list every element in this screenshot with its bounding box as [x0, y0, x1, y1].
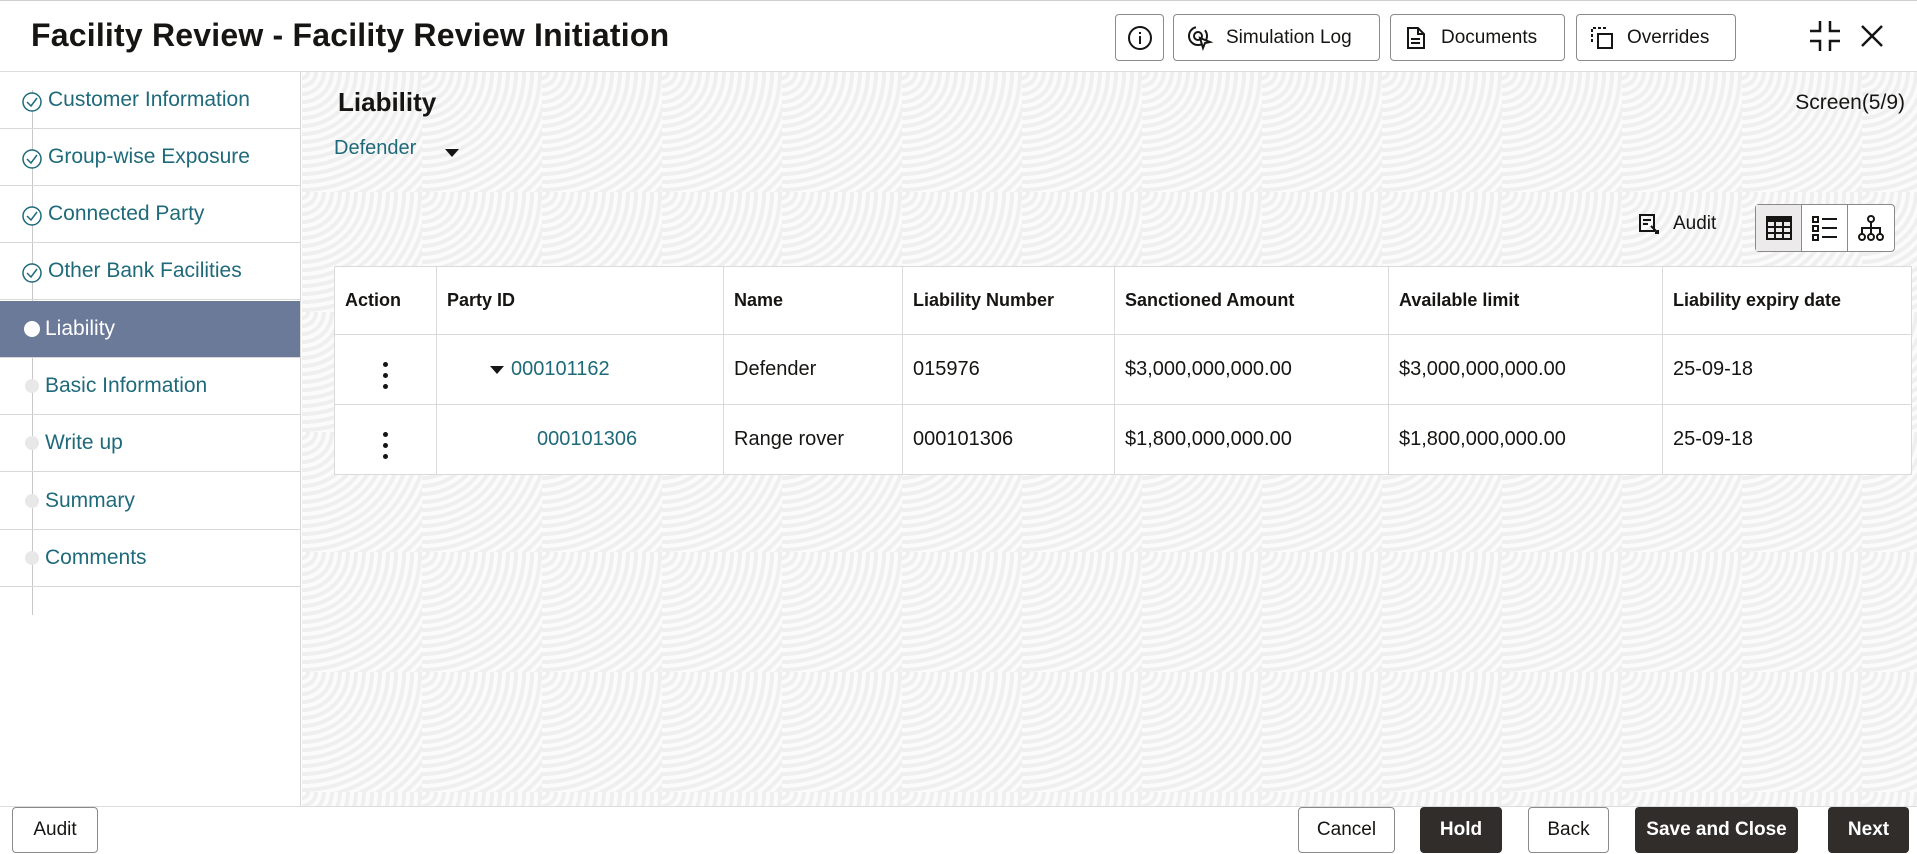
documents-button[interactable]: Documents — [1390, 14, 1565, 61]
name-cell: Range rover — [723, 404, 903, 475]
sidebar-item-label: Other Bank Facilities — [48, 259, 242, 282]
sidebar-item-connected-party[interactable]: Connected Party — [0, 186, 300, 243]
back-button[interactable]: Back — [1528, 807, 1609, 853]
caret-down-icon[interactable] — [489, 365, 505, 375]
pending-step-icon — [25, 551, 39, 565]
audit-icon — [1639, 214, 1659, 234]
sanctioned-amount-cell: $1,800,000,000.00 — [1114, 404, 1389, 475]
close-icon[interactable] — [1858, 22, 1886, 50]
liability-number-cell: 015976 — [902, 334, 1115, 405]
party-id-cell: 000101306 — [436, 404, 724, 475]
cancel-button[interactable]: Cancel — [1298, 807, 1395, 853]
column-header: Action — [334, 266, 437, 335]
sidebar-item-label: Summary — [45, 489, 135, 512]
overrides-icon — [1591, 26, 1613, 49]
name-cell: Defender — [723, 334, 903, 405]
save-and-close-button[interactable]: Save and Close — [1635, 807, 1798, 853]
section-title: Liability — [338, 87, 437, 117]
hierarchy-icon — [1858, 215, 1884, 241]
audit-button[interactable]: Audit — [12, 807, 98, 853]
hierarchy-view-button[interactable] — [1848, 205, 1894, 251]
table-view-icon — [1765, 216, 1792, 240]
sidebar-item-label: Connected Party — [48, 202, 205, 225]
liability-number-cell: 000101306 — [902, 404, 1115, 475]
page-footer: Audit Cancel Hold Back Save and Close Ne… — [0, 806, 1917, 854]
overrides-button[interactable]: Overrides — [1576, 14, 1736, 61]
page-header: Facility Review - Facility Review Initia… — [0, 0, 1917, 72]
kebab-menu-icon[interactable] — [383, 432, 388, 459]
overrides-label: Overrides — [1627, 26, 1710, 48]
action-cell — [334, 334, 437, 405]
column-header: Party ID — [436, 266, 724, 335]
column-header: Sanctioned Amount — [1114, 266, 1389, 335]
documents-icon — [1407, 26, 1425, 49]
table-row: 000101162 Defender 015976 $3,000,000,000… — [334, 334, 1912, 405]
table-header-row: Action Party ID Name Liability Number Sa… — [334, 266, 1912, 335]
available-limit-cell: $1,800,000,000.00 — [1388, 404, 1663, 475]
party-dropdown[interactable]: Defender — [334, 137, 460, 160]
column-header: Liability expiry date — [1662, 266, 1912, 335]
action-cell — [334, 404, 437, 475]
simulation-log-label: Simulation Log — [1226, 26, 1352, 48]
table-row: 000101306 Range rover 000101306 $1,800,0… — [334, 404, 1912, 475]
sidebar-item-write-up[interactable]: Write up — [0, 415, 300, 472]
pending-step-icon — [25, 436, 39, 450]
party-id-link[interactable]: 000101162 — [511, 358, 610, 380]
sidebar-item-summary[interactable]: Summary — [0, 473, 300, 530]
sidebar-item-comments[interactable]: Comments — [0, 530, 300, 587]
caret-down-icon — [445, 148, 460, 157]
sidebar-item-label: Liability — [45, 317, 116, 340]
info-button[interactable] — [1115, 14, 1164, 61]
next-button[interactable]: Next — [1828, 807, 1909, 853]
sidebar: Customer Information Group-wise Exposure… — [0, 72, 301, 806]
view-toggle — [1755, 204, 1895, 252]
list-view-icon — [1811, 216, 1837, 241]
main-content: Liability Screen(5/9) Defender Audit Act… — [302, 72, 1917, 806]
sidebar-item-other-bank-facilities[interactable]: Other Bank Facilities — [0, 243, 300, 300]
party-dropdown-value: Defender — [334, 137, 417, 159]
hold-button[interactable]: Hold — [1420, 807, 1502, 853]
audit-link[interactable]: Audit — [1637, 212, 1716, 236]
expiry-date-cell: 25-09-18 — [1662, 334, 1912, 405]
sidebar-item-label: Write up — [45, 431, 123, 454]
available-limit-cell: $3,000,000,000.00 — [1388, 334, 1663, 405]
sidebar-item-liability[interactable]: Liability — [0, 301, 300, 358]
party-id-link[interactable]: 000101306 — [537, 428, 637, 450]
active-step-icon — [24, 321, 40, 337]
column-header: Available limit — [1388, 266, 1663, 335]
check-circle-icon — [22, 149, 42, 169]
pending-step-icon — [25, 379, 39, 393]
documents-label: Documents — [1441, 26, 1538, 48]
check-circle-icon — [22, 206, 42, 226]
liability-table: Action Party ID Name Liability Number Sa… — [334, 266, 1912, 475]
simulation-log-icon — [1188, 25, 1214, 51]
simulation-log-button[interactable]: Simulation Log — [1173, 14, 1380, 61]
party-id-cell: 000101162 — [436, 334, 724, 405]
pending-step-icon — [25, 494, 39, 508]
screen-counter: Screen(5/9) — [1795, 91, 1905, 114]
sidebar-item-customer-information[interactable]: Customer Information — [0, 72, 300, 129]
info-icon — [1127, 25, 1152, 50]
column-header: Name — [723, 266, 903, 335]
check-circle-icon — [22, 263, 42, 283]
collapse-icon[interactable] — [1808, 19, 1842, 53]
audit-label: Audit — [1673, 213, 1717, 234]
sanctioned-amount-cell: $3,000,000,000.00 — [1114, 334, 1389, 405]
page-title: Facility Review - Facility Review Initia… — [31, 17, 670, 53]
sidebar-item-basic-information[interactable]: Basic Information — [0, 358, 300, 415]
check-circle-icon — [22, 92, 42, 112]
sidebar-item-label: Comments — [45, 546, 147, 569]
sidebar-item-label: Basic Information — [45, 374, 208, 397]
kebab-menu-icon[interactable] — [383, 362, 388, 389]
sidebar-item-label: Customer Information — [48, 88, 250, 111]
sidebar-item-group-wise-exposure[interactable]: Group-wise Exposure — [0, 129, 300, 186]
expiry-date-cell: 25-09-18 — [1662, 404, 1912, 475]
sidebar-item-label: Group-wise Exposure — [48, 145, 250, 168]
list-view-button[interactable] — [1802, 205, 1848, 251]
column-header: Liability Number — [902, 266, 1115, 335]
table-view-button[interactable] — [1756, 205, 1802, 251]
